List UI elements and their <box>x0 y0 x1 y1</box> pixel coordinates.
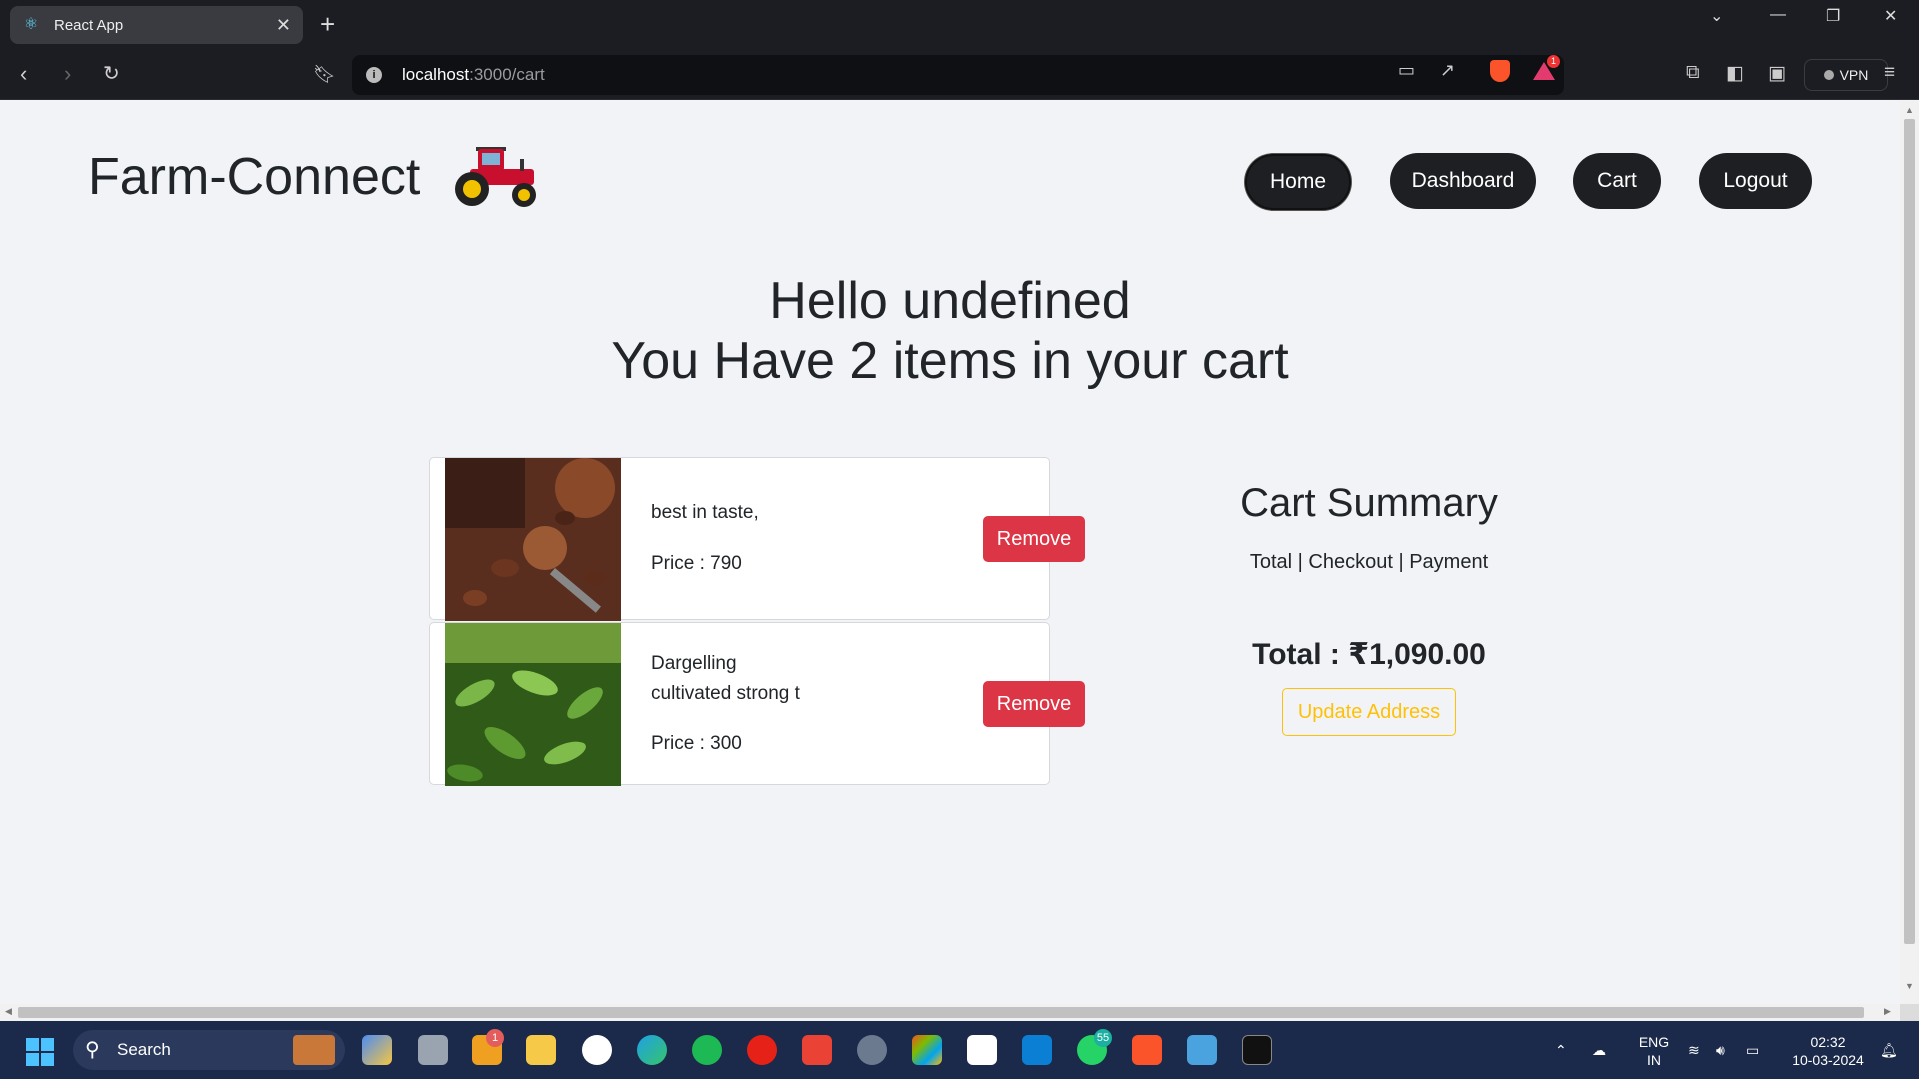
browser-tab[interactable]: ⚛ React App ✕ <box>10 6 303 44</box>
scroll-up-icon[interactable]: ▲ <box>1905 105 1914 115</box>
microsoft-store-icon[interactable] <box>912 1035 942 1065</box>
item-price: Price : 300 <box>651 733 742 754</box>
greeting-line: Hello undefined <box>769 272 1131 330</box>
url-host: localhost <box>402 65 470 84</box>
clock-date: 10-03-2024 <box>1792 1052 1864 1068</box>
horizontal-scrollbar[interactable]: ◀ ▶ <box>0 1004 1900 1021</box>
bookmark-icon[interactable]: 🔖︎ <box>313 62 336 86</box>
site-info-icon[interactable]: i <box>366 67 382 83</box>
tray-overflow-icon[interactable]: ⌃ <box>1555 1041 1567 1059</box>
vertical-scrollbar[interactable]: ▲ ▼ <box>1900 101 1919 1004</box>
cart-item-card: Dargelling cultivated strong t Price : 3… <box>429 622 1085 786</box>
nav-cart-button[interactable]: Cart <box>1573 153 1661 209</box>
language-code: ENG <box>1638 1034 1670 1050</box>
extensions-icon[interactable]: ⧉ <box>1686 62 1700 84</box>
brave-taskbar-icon[interactable] <box>1132 1035 1162 1065</box>
vertical-scroll-thumb[interactable] <box>1904 119 1915 944</box>
tab-title: React App <box>54 16 124 34</box>
notepad-icon[interactable] <box>1187 1035 1217 1065</box>
notification-icon[interactable]: 🔔︎ <box>1880 1041 1898 1059</box>
tab-search-chevron-icon[interactable]: ⌄ <box>1710 6 1723 26</box>
new-tab-icon[interactable]: + <box>320 10 335 38</box>
task-view-icon[interactable] <box>418 1035 448 1065</box>
onedrive-icon[interactable]: ☁ <box>1592 1041 1606 1059</box>
nav-dashboard-button[interactable]: Dashboard <box>1390 153 1536 209</box>
volume-icon[interactable]: 🔊︎ <box>1716 1041 1725 1059</box>
forward-icon[interactable]: › <box>64 62 71 86</box>
app-a-badge: 1 <box>486 1029 504 1047</box>
item-description: best in taste, <box>651 502 759 523</box>
vscode-icon[interactable] <box>1022 1035 1052 1065</box>
search-placeholder: Search <box>117 1040 171 1059</box>
terminal-icon[interactable] <box>1242 1035 1272 1065</box>
browser-tabstrip: ⚛ React App ✕ + ⌄ — ❐ ✕ <box>0 0 1919 50</box>
horizontal-scroll-thumb[interactable] <box>18 1007 1864 1018</box>
cart-summary-title: Cart Summary <box>1240 481 1498 525</box>
search-icon: ⚲ <box>85 1039 100 1061</box>
remove-item-button[interactable]: Remove <box>983 516 1085 562</box>
copilot-icon[interactable] <box>362 1035 392 1065</box>
language-indicator[interactable]: ENG IN <box>1636 1033 1672 1069</box>
remove-item-button[interactable]: Remove <box>983 681 1085 727</box>
react-icon: ⚛ <box>23 16 39 33</box>
clock[interactable]: 02:32 10-03-2024 <box>1784 1033 1872 1069</box>
back-icon[interactable]: ‹ <box>20 62 27 86</box>
browser-toolbar: ‹ › ↻ 🔖︎ i localhost :3000/cart ▭ ↗ 1 ⧉ … <box>0 50 1919 100</box>
minimize-icon[interactable]: — <box>1770 6 1786 24</box>
reload-icon[interactable]: ↻ <box>103 62 120 86</box>
clock-time: 02:32 <box>1810 1034 1846 1050</box>
cocoa-beans-image <box>445 458 621 621</box>
tractor-logo <box>455 147 536 207</box>
scroll-right-icon[interactable]: ▶ <box>1884 1006 1891 1017</box>
page-content: Farm-Connect Home Dashboard Cart Logout … <box>0 101 1900 1004</box>
close-tab-icon[interactable]: ✕ <box>276 15 291 36</box>
cast-icon[interactable]: ▭ <box>1398 60 1415 81</box>
menu-icon[interactable]: ≡ <box>1884 62 1895 84</box>
close-window-icon[interactable]: ✕ <box>1884 6 1897 26</box>
nav-home-button[interactable]: Home <box>1245 154 1351 210</box>
cart-item-card: best in taste, Price : 790 Remove <box>429 457 1085 621</box>
search-highlight-icon <box>293 1035 335 1065</box>
file-explorer-icon[interactable] <box>526 1035 556 1065</box>
scroll-down-icon[interactable]: ▼ <box>1905 981 1914 991</box>
cart-summary-subtitle: Total | Checkout | Payment <box>1249 551 1489 573</box>
vpn-label: VPN <box>1839 67 1869 83</box>
sidebar-icon[interactable]: ◧ <box>1726 62 1744 85</box>
cart-count-heading: You Have 2 items in your cart <box>611 332 1289 390</box>
google-icon[interactable] <box>582 1035 612 1065</box>
notion-icon[interactable] <box>967 1035 997 1065</box>
language-region: IN <box>1647 1052 1661 1068</box>
wifi-icon[interactable]: ≋ <box>1688 1041 1700 1059</box>
address-bar[interactable]: i localhost :3000/cart <box>352 55 1564 95</box>
vpn-status-icon <box>1823 70 1834 80</box>
settings-icon[interactable] <box>857 1035 887 1065</box>
cart-total: Total : ₹1,090.00 <box>1252 638 1486 671</box>
nav-logout-button[interactable]: Logout <box>1699 153 1812 209</box>
item-description: Dargelling <box>651 653 737 674</box>
item-price: Price : 790 <box>651 553 742 574</box>
wallet-icon[interactable]: ▣ <box>1768 62 1786 85</box>
scroll-left-icon[interactable]: ◀ <box>5 1006 12 1017</box>
update-address-button[interactable]: Update Address <box>1282 688 1456 736</box>
url-path: :3000/cart <box>469 65 545 84</box>
gmail-icon[interactable] <box>802 1035 832 1065</box>
share-icon[interactable]: ↗ <box>1440 60 1455 81</box>
windows-start-icon[interactable] <box>26 1038 54 1066</box>
scroll-corner <box>1900 1004 1919 1021</box>
item-description-line2: cultivated strong t <box>651 683 800 704</box>
brand-title[interactable]: Farm-Connect <box>88 147 420 207</box>
vpn-button[interactable]: VPN <box>1804 59 1888 91</box>
battery-icon[interactable]: ▭ <box>1746 1041 1759 1059</box>
windows-taskbar: ⚲ Search 1 55 ⌃ ☁ ENG IN ≋ 🔊︎ ▭ 02:32 10… <box>0 1021 1919 1079</box>
taskbar-search[interactable]: ⚲ Search <box>73 1030 345 1070</box>
restore-icon[interactable]: ❐ <box>1826 6 1840 26</box>
brave-shields-icon[interactable] <box>1490 60 1510 82</box>
youtube-music-icon[interactable] <box>747 1035 777 1065</box>
whatsapp-badge: 55 <box>1094 1029 1112 1047</box>
spotify-icon[interactable] <box>692 1035 722 1065</box>
rewards-badge: 1 <box>1547 55 1560 68</box>
tea-leaves-image <box>445 623 621 786</box>
edge-icon[interactable] <box>637 1035 667 1065</box>
